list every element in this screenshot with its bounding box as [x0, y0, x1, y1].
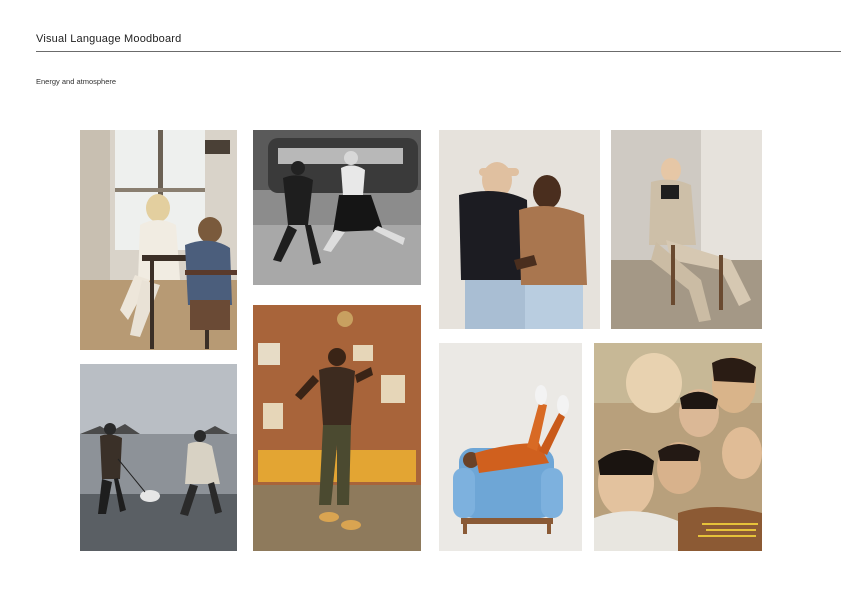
- page-subtitle: Energy and atmosphere: [36, 77, 117, 86]
- photo-man-dancing-headphones: [253, 305, 421, 551]
- header-divider: [36, 51, 841, 52]
- photo-legs-up-armchair: [439, 343, 582, 551]
- photo-two-men-laughing: [439, 130, 600, 329]
- photo-bw-dancing-couple: [253, 130, 421, 285]
- photo-woman-chair-suit: [611, 130, 762, 329]
- page-title: Visual Language Moodboard: [36, 33, 182, 45]
- photo-woman-window-child: [80, 130, 237, 350]
- photo-couple-beach-dog: [80, 364, 237, 551]
- photo-group-selfie: [594, 343, 762, 551]
